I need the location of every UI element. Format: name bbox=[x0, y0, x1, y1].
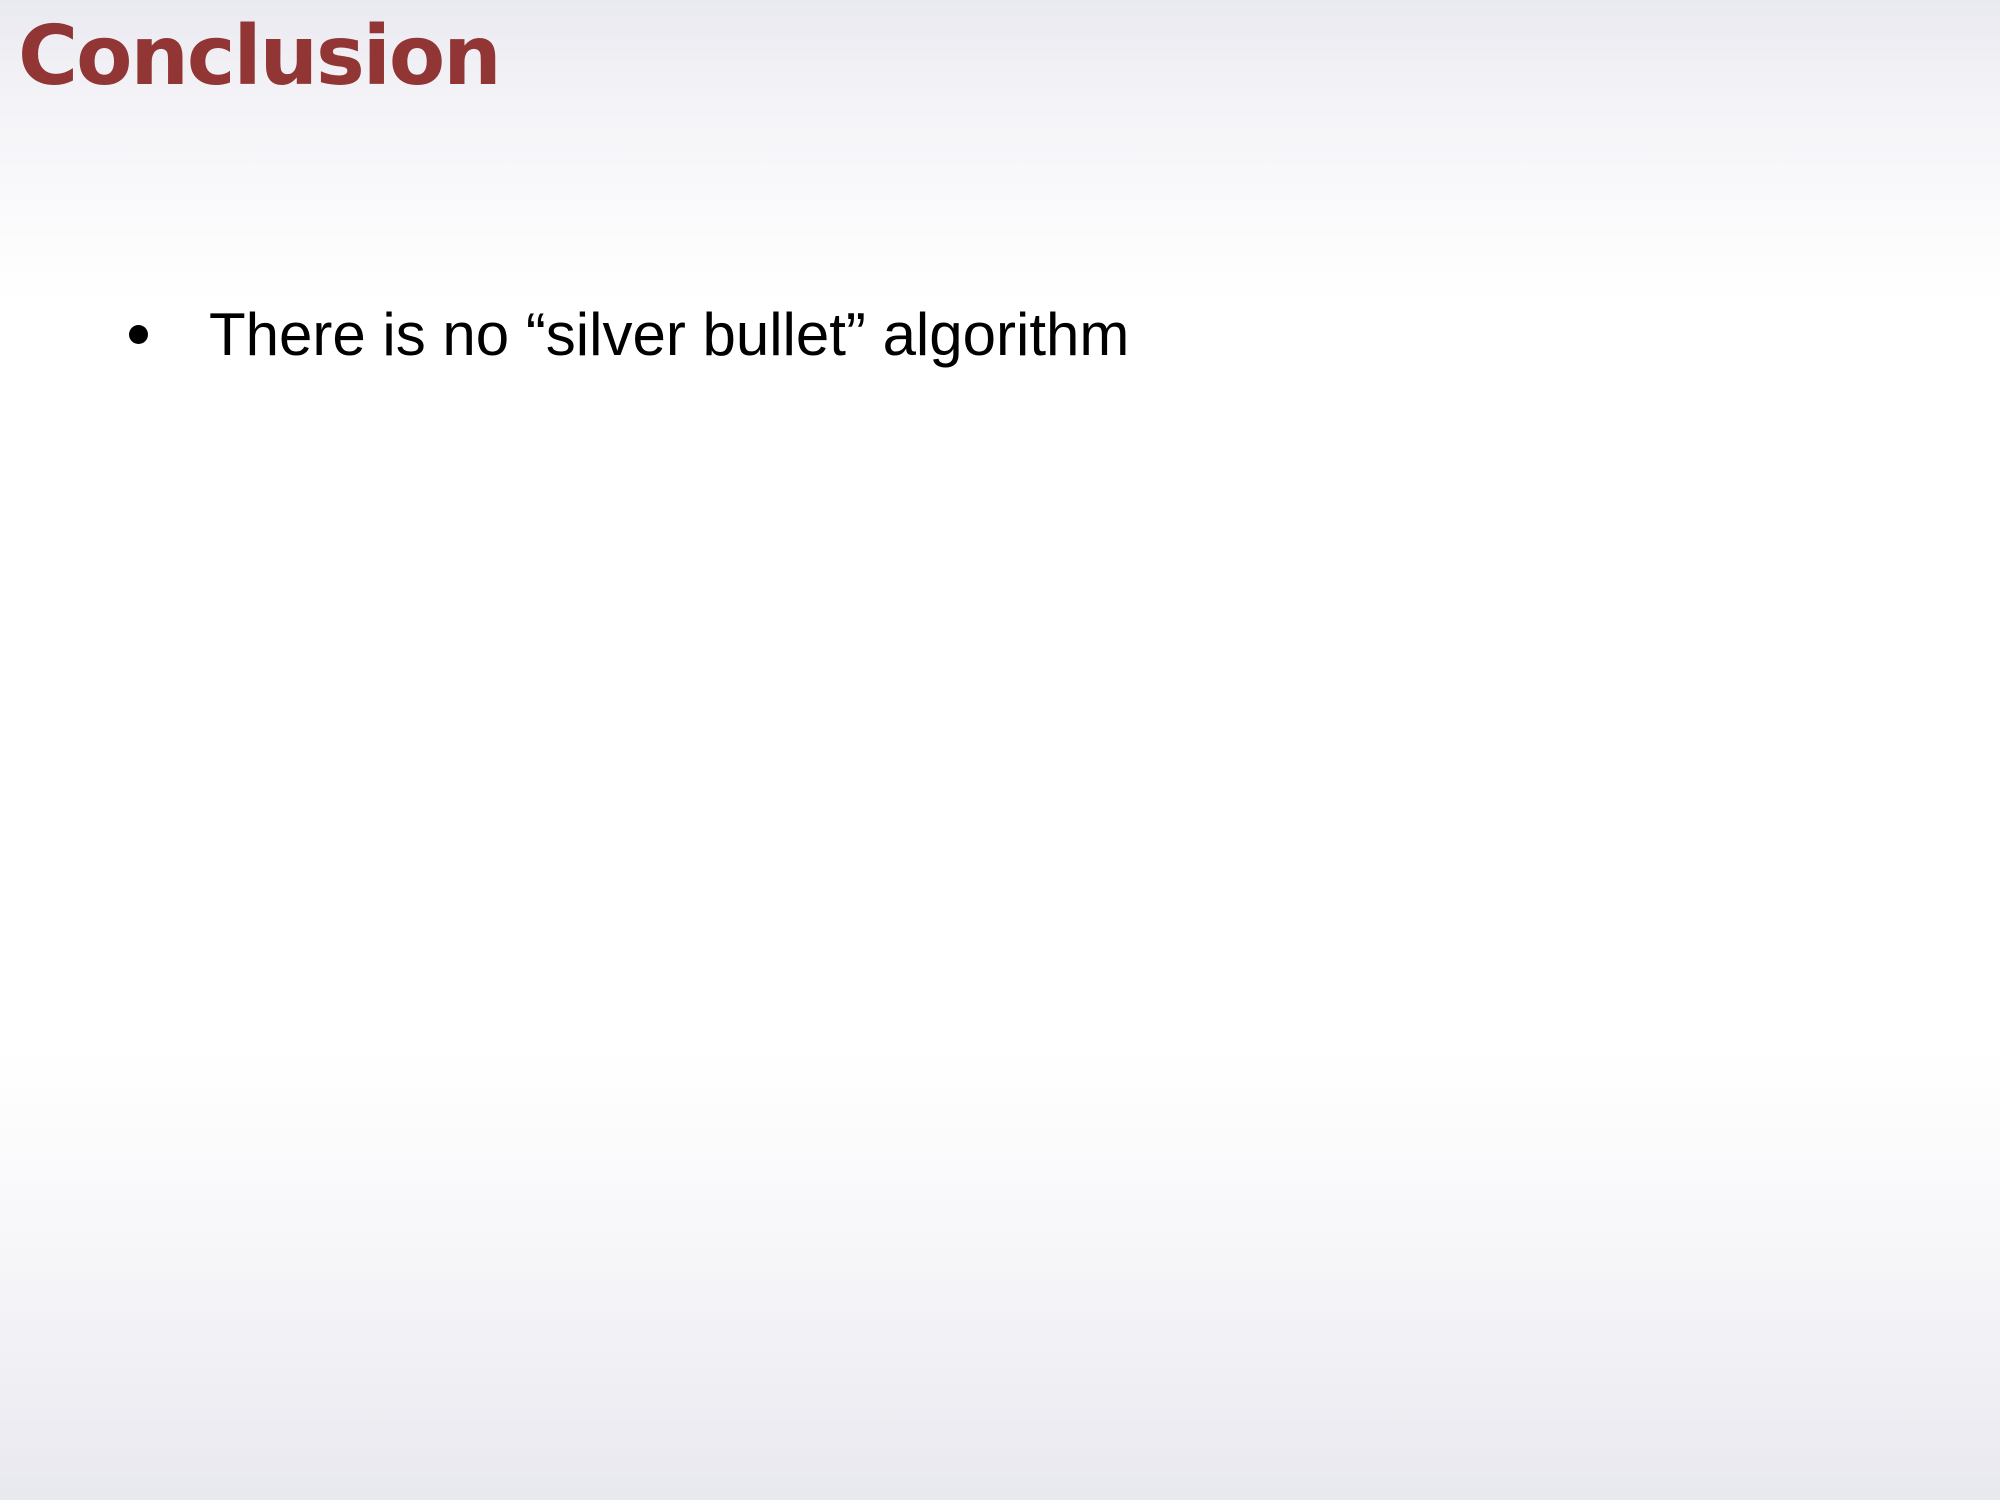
slide: Conclusion There is no “silver bullet” a… bbox=[0, 0, 2000, 1500]
bullet-point-icon bbox=[129, 325, 148, 344]
bullet-text: There is no “silver bullet” algorithm bbox=[209, 301, 1130, 368]
slide-title: Conclusion bbox=[18, 9, 502, 104]
